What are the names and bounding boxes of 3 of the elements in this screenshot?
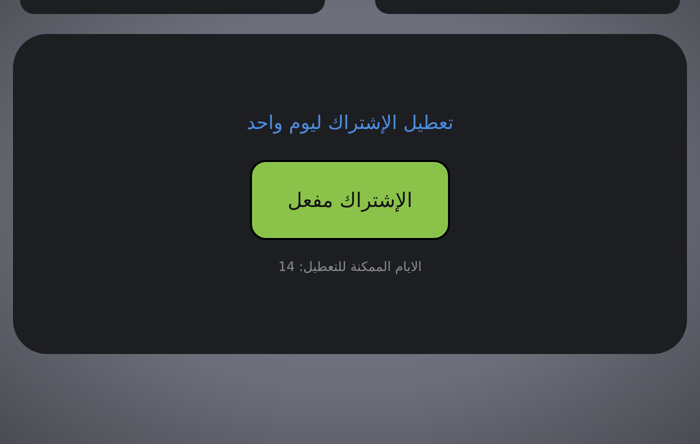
disable-subscription-link[interactable]: تعطيل الإشتراك ليوم واحد: [246, 110, 454, 136]
subscription-toggle-button[interactable]: الإشتراك مفعل: [250, 160, 450, 240]
remaining-days-text: الايام الممكنة للتعطيل: 14: [278, 260, 422, 275]
